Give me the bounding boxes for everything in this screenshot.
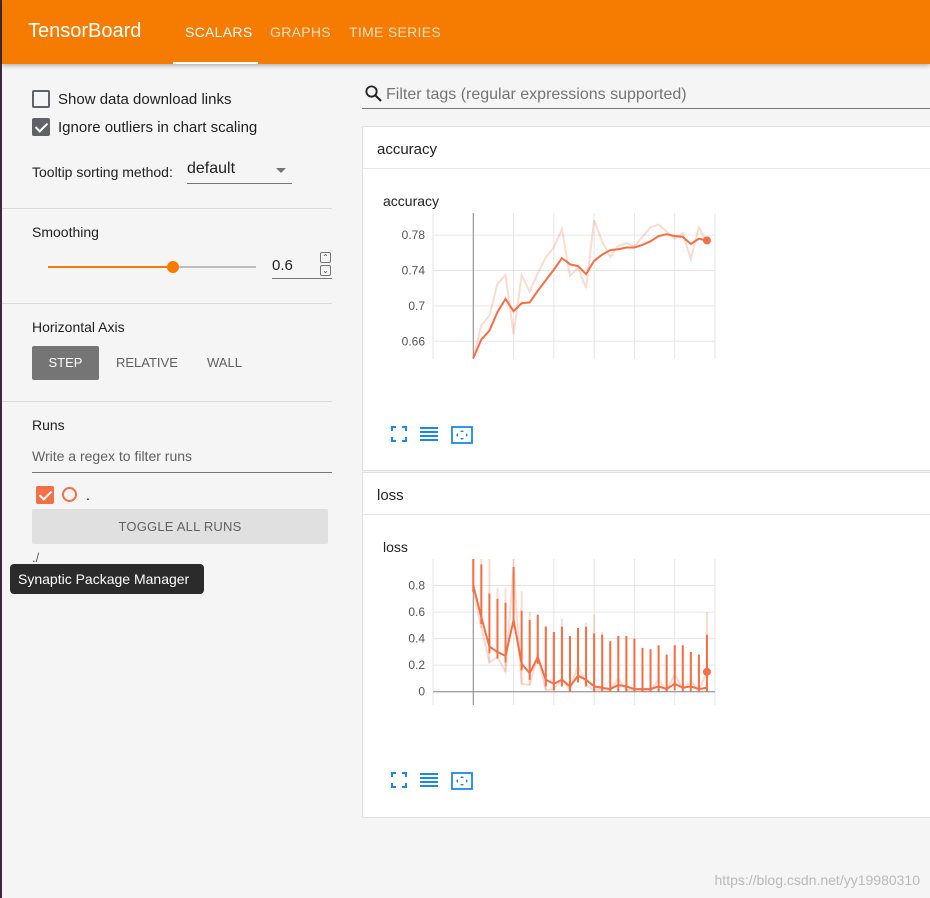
raw-series-line xyxy=(472,565,708,693)
y-tick-label: 0 xyxy=(418,685,425,699)
show-download-links-label: Show data download links xyxy=(58,90,232,108)
toggle-all-runs-button[interactable]: TOGGLE ALL RUNS xyxy=(32,509,328,544)
log-scale-icon[interactable] xyxy=(419,426,439,442)
y-tick-label: 0.4 xyxy=(408,632,425,646)
tab-scalars[interactable]: SCALARS xyxy=(185,24,252,40)
loss-card: loss loss 00.20.40.60.80510152025 xyxy=(362,472,930,818)
y-tick-label: 0.2 xyxy=(408,658,425,672)
fit-domain-icon[interactable] xyxy=(451,772,473,790)
tooltip-sorting-select[interactable]: default xyxy=(187,160,292,184)
raw-series-line xyxy=(472,219,708,359)
tooltip: Synaptic Package Manager xyxy=(10,564,204,594)
smoothing-slider[interactable] xyxy=(48,261,256,273)
runs-filter-input[interactable]: Write a regex to filter runs xyxy=(32,448,332,473)
runs-label: Runs xyxy=(32,417,65,433)
watermark: https://blog.csdn.net/yy19980310 xyxy=(714,872,920,888)
sidebar-divider xyxy=(2,208,332,209)
sidebar: Show data download links Ignore outliers… xyxy=(2,64,332,898)
tag-filter-input[interactable]: Filter tags (regular expressions support… xyxy=(362,80,930,109)
smoothing-slider-fill xyxy=(48,266,173,268)
fullscreen-icon[interactable] xyxy=(391,426,407,442)
accuracy-chart[interactable]: 0.660.70.740.780510152025 xyxy=(363,213,723,363)
log-dir: ./ xyxy=(32,550,40,565)
increment-icon[interactable]: ⌃ xyxy=(320,252,331,263)
y-tick-label: 0.8 xyxy=(408,579,425,593)
axis-relative-button[interactable]: RELATIVE xyxy=(116,346,178,380)
tag-filter-placeholder: Filter tags (regular expressions support… xyxy=(386,86,687,103)
log-scale-icon[interactable] xyxy=(419,772,439,788)
last-point-marker xyxy=(702,667,711,676)
smoothing-input[interactable]: 0.6 ⌃ ⌄ xyxy=(272,252,332,279)
fullscreen-icon[interactable] xyxy=(391,772,407,788)
sidebar-divider xyxy=(2,303,332,304)
ignore-outliers-row[interactable]: Ignore outliers in chart scaling xyxy=(32,118,257,136)
run-name: . xyxy=(86,487,90,503)
loss-chart-title: loss xyxy=(383,539,408,555)
tooltip-sorting-label: Tooltip sorting method: xyxy=(32,164,173,180)
chevron-down-icon xyxy=(276,168,286,173)
y-tick-label: 0.78 xyxy=(402,228,426,242)
tab-time-series[interactable]: TIME SERIES xyxy=(349,24,441,40)
loss-card-header[interactable]: loss xyxy=(363,473,930,515)
top-app-bar: TensorBoard SCALARS GRAPHS TIME SERIES xyxy=(2,0,930,64)
search-icon xyxy=(365,85,382,102)
show-download-links-checkbox[interactable] xyxy=(32,90,50,108)
horizontal-axis-label: Horizontal Axis xyxy=(32,319,125,335)
runs-filter-placeholder: Write a regex to filter runs xyxy=(32,448,193,464)
decrement-icon[interactable]: ⌄ xyxy=(320,265,331,276)
sidebar-divider xyxy=(2,401,332,402)
run-checkbox[interactable] xyxy=(36,486,54,504)
y-tick-label: 0.74 xyxy=(402,264,426,278)
fit-domain-icon[interactable] xyxy=(451,426,473,444)
tab-graphs[interactable]: GRAPHS xyxy=(270,24,331,40)
last-point-marker xyxy=(702,236,711,245)
main-content: Filter tags (regular expressions support… xyxy=(360,64,930,898)
loss-chart[interactable]: 00.20.40.60.80510152025 xyxy=(363,559,723,709)
tooltip-sorting-value: default xyxy=(187,160,236,177)
accuracy-chart-toolbar xyxy=(391,426,473,444)
accuracy-chart-title: accuracy xyxy=(383,193,440,209)
ignore-outliers-checkbox[interactable] xyxy=(32,118,50,136)
y-tick-label: 0.6 xyxy=(408,605,425,619)
axis-step-button[interactable]: STEP xyxy=(32,346,99,380)
loss-chart-toolbar xyxy=(391,772,473,790)
loss-card-title: loss xyxy=(377,487,404,504)
show-download-links-row[interactable]: Show data download links xyxy=(32,90,231,108)
smoothing-slider-thumb[interactable] xyxy=(166,261,179,273)
run-color-icon[interactable] xyxy=(62,487,77,502)
accuracy-card-title: accuracy xyxy=(377,141,438,158)
axis-wall-button[interactable]: WALL xyxy=(207,346,242,380)
smoothing-value: 0.6 xyxy=(272,257,293,274)
smoothing-label: Smoothing xyxy=(32,224,99,240)
y-tick-label: 0.7 xyxy=(408,299,425,313)
app-title: TensorBoard xyxy=(28,20,142,42)
y-tick-label: 0.66 xyxy=(402,334,426,348)
accuracy-card: accuracy accuracy 0.660.70.740.780510152… xyxy=(362,126,930,471)
accuracy-card-header[interactable]: accuracy xyxy=(363,127,930,169)
ignore-outliers-label: Ignore outliers in chart scaling xyxy=(58,118,258,136)
